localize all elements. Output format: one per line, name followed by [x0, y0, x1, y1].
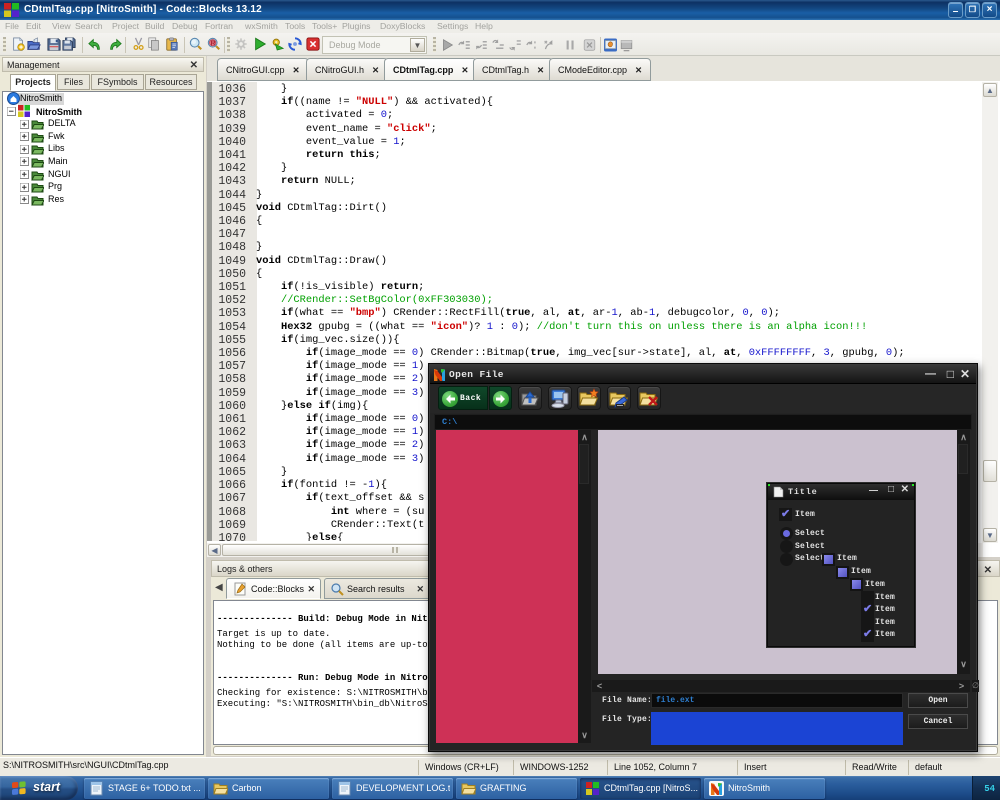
svg-text:R: R — [211, 40, 216, 47]
